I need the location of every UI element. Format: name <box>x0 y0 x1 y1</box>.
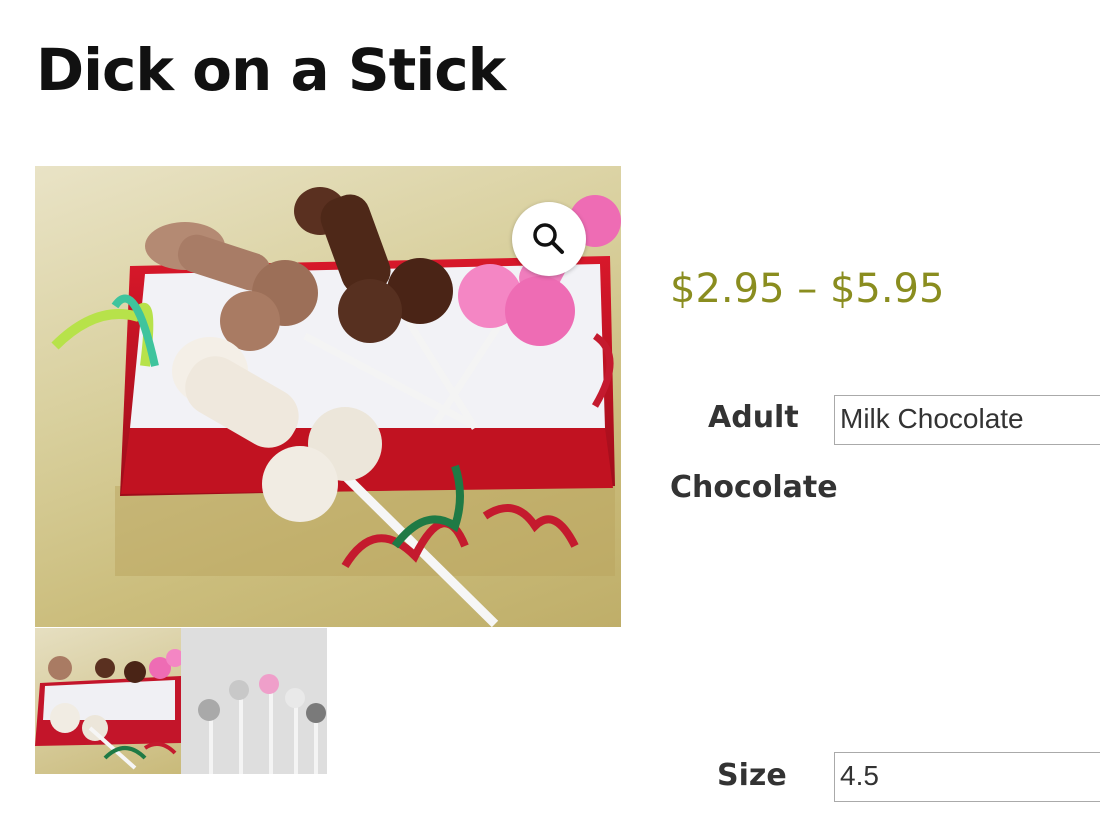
magnifier-icon <box>533 223 564 254</box>
gallery-thumbnail-2[interactable] <box>181 628 327 774</box>
chocolate-option-label-line2: Chocolate <box>670 470 838 505</box>
thumbnail-2-image <box>181 628 327 774</box>
size-select[interactable]: 4.5 <box>834 752 1100 802</box>
product-title: Dick on a Stick <box>36 36 506 104</box>
product-price-range: $2.95 – $5.95 <box>670 266 945 312</box>
thumbnail-1-image <box>35 649 181 770</box>
zoom-button[interactable] <box>512 202 586 276</box>
gallery-thumbnail-1[interactable] <box>35 628 181 774</box>
chocolate-option-label-line1: Adult <box>708 400 799 435</box>
chocolate-select[interactable]: Milk Chocolate <box>834 395 1100 445</box>
size-option-label: Size <box>717 758 787 793</box>
